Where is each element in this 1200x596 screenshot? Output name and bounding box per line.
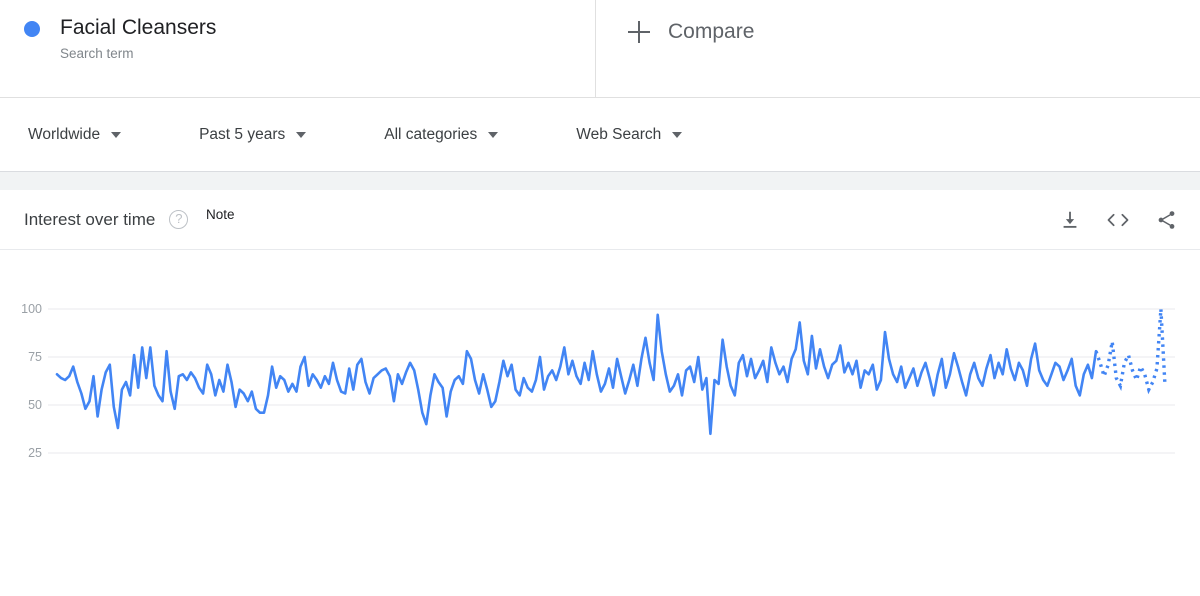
plus-icon <box>628 21 650 43</box>
interest-over-time-card: Interest over time ? 100755025Mar 29, 20… <box>0 190 1200 580</box>
embed-code-icon[interactable] <box>1105 209 1131 231</box>
search-term-card[interactable]: Facial Cleansers Search term <box>0 0 596 97</box>
compare-button[interactable]: Compare <box>596 0 1200 97</box>
filter-timerange[interactable]: Past 5 years <box>199 125 307 144</box>
search-term-bar: Facial Cleansers Search term Compare <box>0 0 1200 98</box>
filter-searchtype-label: Web Search <box>576 125 662 143</box>
series-line-facial-cleansers <box>55 313 1098 436</box>
share-icon[interactable] <box>1155 209 1178 231</box>
chart-title: Interest over time <box>24 209 156 229</box>
search-term-subtitle: Search term <box>60 46 134 61</box>
search-term-title: Facial Cleansers <box>60 16 217 39</box>
download-icon[interactable] <box>1059 209 1081 231</box>
chevron-down-icon <box>488 131 499 138</box>
y-axis-tick-label: 25 <box>28 446 42 460</box>
filter-location[interactable]: Worldwide <box>28 125 122 144</box>
filter-category[interactable]: All categories <box>384 125 499 144</box>
y-axis-tick-label: 100 <box>21 302 42 316</box>
chart-actions <box>1059 209 1178 231</box>
interest-over-time-plot[interactable]: 100755025Mar 29, 20…Oct 2, 2016Apr 8, 20… <box>0 207 1200 580</box>
chart-header: Interest over time ? <box>0 190 1200 250</box>
y-axis-tick-label: 50 <box>28 398 42 412</box>
y-axis-tick-label: 75 <box>28 350 42 364</box>
trends-line-chart: 100755025Mar 29, 20…Oct 2, 2016Apr 8, 20… <box>21 302 1175 460</box>
chevron-down-icon <box>111 131 122 138</box>
chevron-down-icon <box>672 131 683 138</box>
compare-label: Compare <box>668 20 755 43</box>
series-color-dot <box>24 21 40 37</box>
filter-category-label: All categories <box>384 125 478 143</box>
series-line-partial-data <box>1094 308 1167 395</box>
filter-location-label: Worldwide <box>28 125 101 143</box>
section-gutter <box>0 172 1200 190</box>
chevron-down-icon <box>296 131 307 138</box>
filter-timerange-label: Past 5 years <box>199 125 286 143</box>
filter-searchtype[interactable]: Web Search <box>576 125 683 144</box>
question-mark-icon[interactable]: ? <box>169 210 189 229</box>
note-annotation-label: Note <box>206 207 235 222</box>
filter-bar: Worldwide Past 5 years All categories We… <box>0 98 1200 172</box>
